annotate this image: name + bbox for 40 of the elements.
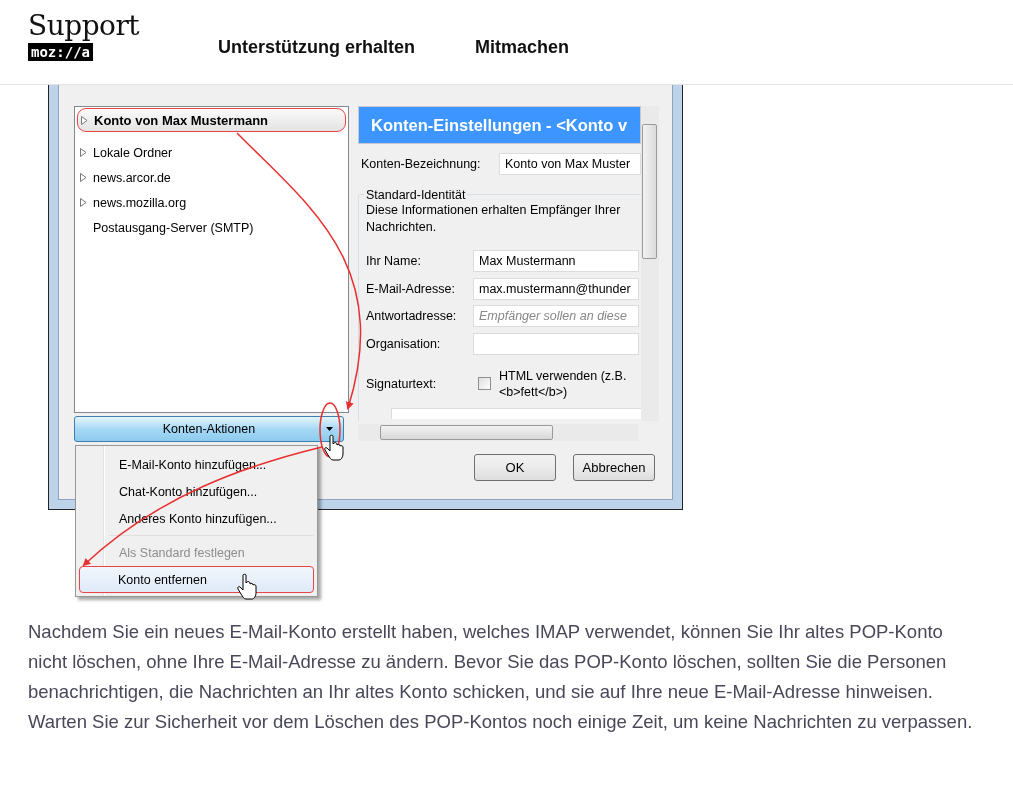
expand-triangle-icon[interactable] (80, 148, 87, 157)
text-field[interactable]: Konto von Max Muster (499, 152, 641, 175)
field-label: Ihr Name: (366, 254, 422, 269)
dialog-button[interactable]: OK (474, 454, 556, 481)
account-actions-button[interactable]: Konten-Aktionen (74, 416, 344, 442)
hand-cursor-icon (324, 434, 344, 461)
nav-link[interactable]: Mitmachen (475, 35, 570, 59)
hand-cursor-icon (237, 573, 257, 600)
group-legend: Standard-Identität (364, 187, 468, 202)
group-description: Diese Informationen erhalten Empfänger Ihrer Nachrichten. (366, 201, 622, 236)
checkbox[interactable] (478, 377, 491, 390)
text-field[interactable]: Max Mustermann (473, 250, 639, 273)
horizontal-scrollbar[interactable] (358, 424, 638, 441)
field-label: Antwortadresse: (366, 309, 458, 324)
text-field[interactable]: Empfänger sollen an diese (473, 305, 639, 328)
expand-triangle-icon[interactable] (80, 173, 87, 182)
account-tree-item[interactable]: Postausgang-Server (SMTP) (77, 215, 346, 240)
account-tree-item[interactable]: news.arcor.de (77, 165, 346, 190)
field-label: Organisation: (366, 336, 442, 351)
expand-triangle-icon[interactable] (80, 198, 87, 207)
account-tree-item[interactable]: Lokale Ordner (77, 140, 346, 165)
checkbox-label[interactable]: HTML verwenden (z.B. <b>fett</b>) (499, 367, 641, 400)
logo-badge: moz://a (28, 43, 93, 61)
panel-title: Konten-Einstellungen - <Konto v (358, 106, 641, 144)
logo-title[interactable]: Support (28, 10, 140, 42)
article-paragraph: Nachdem Sie ein neues E-Mail-Konto erstellt haben, welches IMAP verwendet, können Sie Ihr altes POP-Konto nicht löschen, ohne Ihre E-Mail-Adresse zu ändern. Bevor Sie das POP-Konto löschen, sollten Sie die Personen benachrichtigen, die Nachrichten an Ihr altes Konto schicken, und sie auf Ihre neue E-Mail-Adresse hinweisen. Warten Sie zur Sicherheit vor dem Löschen des POP-Kontos noch einige Zeit, um keine Nachrichten zu verpassen. (28, 620, 974, 734)
signature-text-field[interactable] (391, 407, 641, 419)
dialog-button[interactable]: Abbrechen (573, 454, 655, 481)
field-label: Konten-Bezeichnung: (361, 156, 482, 171)
vertical-scrollbar[interactable] (641, 106, 659, 421)
text-field[interactable]: max.mustermann@thunder (473, 277, 639, 300)
dropdown-caret-icon[interactable] (326, 427, 333, 431)
menu-item[interactable]: Konto entfernen (79, 566, 314, 593)
account-tree-item[interactable]: news.mozilla.org (77, 190, 346, 215)
field-label: E-Mail-Adresse: (366, 281, 456, 296)
nav-link[interactable]: Unterstützung erhalten (218, 35, 415, 59)
expand-triangle-icon[interactable] (81, 115, 88, 125)
account-tree-item[interactable]: Konto von Max Mustermann (77, 108, 346, 132)
field-label: Signaturtext: (366, 376, 438, 391)
text-field[interactable] (473, 332, 639, 355)
